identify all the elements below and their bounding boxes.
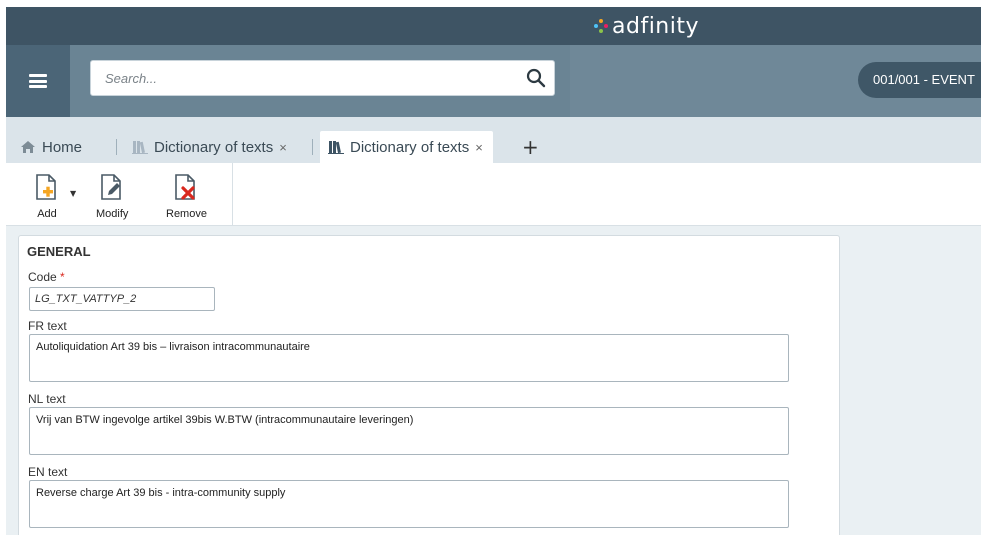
- add-tab-button[interactable]: +: [522, 137, 539, 157]
- nl-text-label: NL text: [28, 392, 66, 406]
- tab-dictionary-1[interactable]: Dictionary of texts ×: [132, 131, 287, 163]
- book-icon: [132, 141, 148, 154]
- remove-button[interactable]: Remove: [166, 173, 207, 220]
- required-marker: *: [60, 270, 65, 284]
- home-icon: [21, 141, 35, 153]
- menu-icon: [29, 74, 47, 88]
- en-text-label: EN text: [28, 465, 68, 479]
- brand-logo: adfinity: [594, 13, 699, 39]
- add-document-icon: [36, 174, 56, 200]
- add-dropdown-caret-icon[interactable]: ▼: [70, 189, 76, 198]
- en-text-field[interactable]: Reverse charge Art 39 bis - intra-commun…: [29, 480, 789, 528]
- remove-document-icon: [175, 174, 196, 200]
- hamburger-menu-button[interactable]: [6, 45, 70, 117]
- code-field[interactable]: [29, 287, 215, 311]
- search-container: [70, 45, 570, 117]
- brand-name: adfinity: [612, 13, 700, 39]
- remove-label: Remove: [166, 208, 207, 220]
- toolbar-divider: [232, 163, 233, 225]
- section-title: GENERAL: [27, 244, 91, 259]
- search-icon[interactable]: [526, 68, 546, 88]
- modify-button[interactable]: Modify: [96, 173, 128, 220]
- tab-label: Home: [42, 138, 83, 156]
- tab-dictionary-2[interactable]: Dictionary of texts ×: [320, 131, 493, 163]
- tab-separator: [116, 139, 117, 155]
- code-label: Code *: [28, 270, 65, 284]
- modify-label: Modify: [96, 208, 129, 220]
- tab-bar: Home Dictionary of texts × Dictionary of…: [6, 117, 981, 163]
- tab-home[interactable]: Home: [20, 131, 82, 163]
- company-selector[interactable]: 001/001 - EVENT: [858, 62, 981, 98]
- nl-text-field[interactable]: Vrij van BTW ingevolge artikel 39bis W.B…: [29, 407, 789, 455]
- general-form-panel: GENERAL Code * FR text Autoliquidation A…: [18, 235, 840, 535]
- search-input[interactable]: [90, 60, 555, 96]
- add-button[interactable]: Add: [34, 173, 60, 220]
- edit-document-icon: [101, 174, 122, 200]
- fr-text-label: FR text: [28, 319, 67, 333]
- code-label-text: Code: [28, 270, 57, 284]
- brand-dots-icon: [594, 19, 608, 33]
- app-window: adfinity 001/001 - EVENT Home: [6, 7, 981, 535]
- tab-label: Dictionary of texts: [154, 138, 274, 156]
- search-bar-row: 001/001 - EVENT: [6, 45, 981, 117]
- toolbar: Add ▼ Modify Remove: [6, 163, 981, 226]
- tab-close-icon[interactable]: ×: [279, 140, 287, 155]
- tab-separator: [312, 139, 313, 155]
- top-bar: adfinity: [6, 7, 981, 45]
- add-label: Add: [37, 208, 57, 220]
- tab-label: Dictionary of texts: [350, 138, 470, 156]
- book-icon: [328, 141, 344, 154]
- fr-text-field[interactable]: Autoliquidation Art 39 bis – livraison i…: [29, 334, 789, 382]
- tab-close-icon[interactable]: ×: [475, 140, 483, 155]
